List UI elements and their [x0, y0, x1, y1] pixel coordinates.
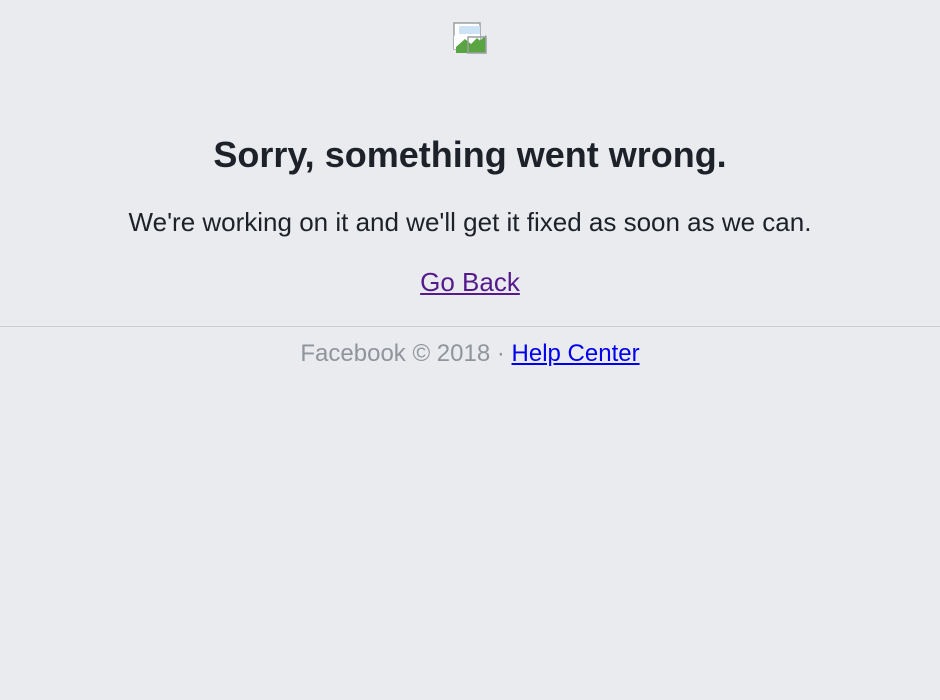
error-message: We're working on it and we'll get it fix… — [128, 207, 812, 237]
go-back-link[interactable]: Go Back — [420, 267, 520, 297]
error-page: Sorry, something went wrong. We're worki… — [0, 0, 940, 700]
footer-divider — [0, 326, 940, 327]
footer-separator: · — [490, 340, 512, 367]
broken-image-icon — [453, 22, 487, 54]
go-back-container: Go Back — [0, 266, 940, 298]
error-title: Sorry, something went wrong. — [213, 134, 727, 175]
help-center-link[interactable]: Help Center — [512, 340, 640, 367]
copyright-text: Facebook © 2018 — [300, 340, 491, 367]
footer: Facebook © 2018 · Help Center — [0, 338, 940, 370]
